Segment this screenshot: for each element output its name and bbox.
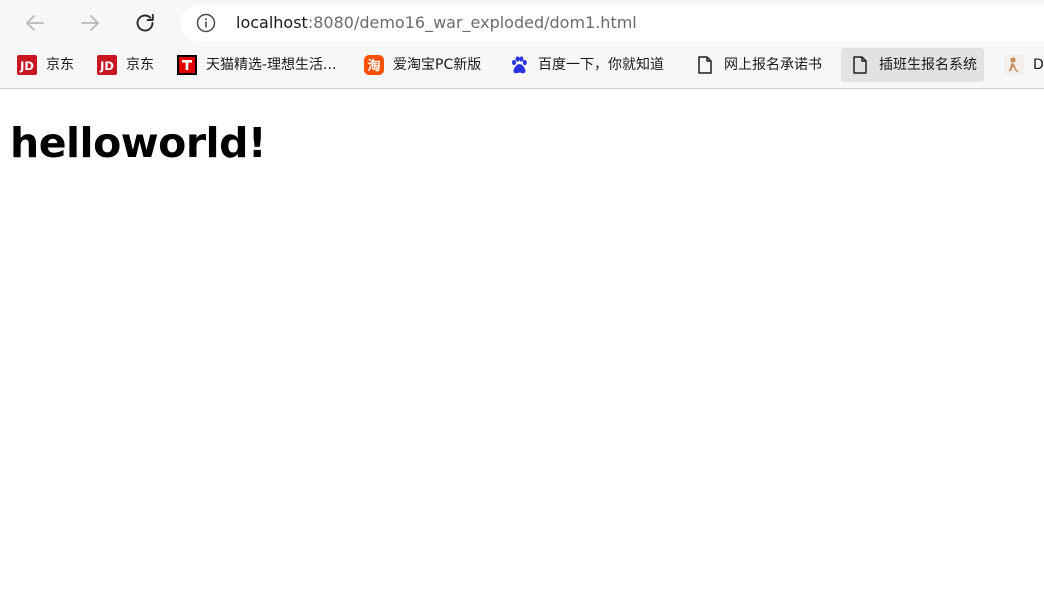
bookmark-tmall[interactable]: 天猫精选-理想生活... (177, 48, 336, 82)
address-bar[interactable]: localhost:8080/demo16_war_exploded/dom1.… (180, 5, 1044, 41)
bookmark-label: D (1033, 57, 1044, 73)
jd-icon: JD (97, 55, 117, 75)
baidu-paw-icon (512, 56, 527, 74)
bookmark-label: 百度一下，你就知道 (538, 57, 664, 73)
arrow-right-icon (81, 15, 99, 31)
forward-button[interactable] (72, 5, 108, 41)
page-content: helloworld! (0, 89, 1044, 601)
refresh-button[interactable] (127, 5, 163, 41)
bookmark-label: 京东 (46, 57, 74, 73)
taobao-icon: 淘 (364, 55, 384, 75)
bookmarks-bar: JD 京东 JD 京东 天猫精选-理想生活... 淘 爱淘宝PC新版 百度一下，… (0, 46, 1044, 89)
bookmark-jd-2[interactable]: JD 京东 (97, 48, 154, 82)
refresh-icon (136, 13, 154, 32)
svg-text:淘: 淘 (367, 58, 380, 74)
bookmark-jd-1[interactable]: JD 京东 (17, 48, 74, 82)
url-text[interactable]: localhost:8080/demo16_war_exploded/dom1.… (236, 5, 637, 41)
bookmark-transfer-signup[interactable]: 插班生报名系统 (841, 48, 984, 82)
browser-toolbar: localhost:8080/demo16_war_exploded/dom1.… (0, 0, 1044, 46)
bookmark-label: 爱淘宝PC新版 (393, 57, 482, 73)
bookmark-label: 网上报名承诺书 (724, 57, 822, 73)
bookmark-d[interactable]: D (1004, 48, 1044, 82)
tmall-icon (177, 55, 197, 75)
jd-icon: JD (17, 55, 37, 75)
document-icon (698, 56, 712, 74)
figure-icon (1004, 55, 1024, 75)
back-button[interactable] (17, 5, 53, 41)
bookmark-pledge[interactable]: 网上报名承诺书 (695, 48, 822, 82)
document-icon (853, 56, 867, 74)
info-icon[interactable] (196, 13, 216, 33)
bookmark-label: 天猫精选-理想生活... (206, 57, 337, 73)
url-path: :8080/demo16_war_exploded/dom1.html (307, 13, 637, 32)
page-heading: helloworld! (10, 119, 267, 167)
svg-text:JD: JD (19, 59, 34, 73)
bookmark-baidu[interactable]: 百度一下，你就知道 (509, 48, 664, 82)
bookmark-label: 京东 (126, 57, 154, 73)
bookmark-label: 插班生报名系统 (879, 57, 977, 73)
bookmark-taobao[interactable]: 淘 爱淘宝PC新版 (364, 48, 481, 82)
url-host: localhost (236, 13, 308, 32)
arrow-left-icon (26, 15, 44, 31)
svg-text:JD: JD (99, 59, 114, 73)
